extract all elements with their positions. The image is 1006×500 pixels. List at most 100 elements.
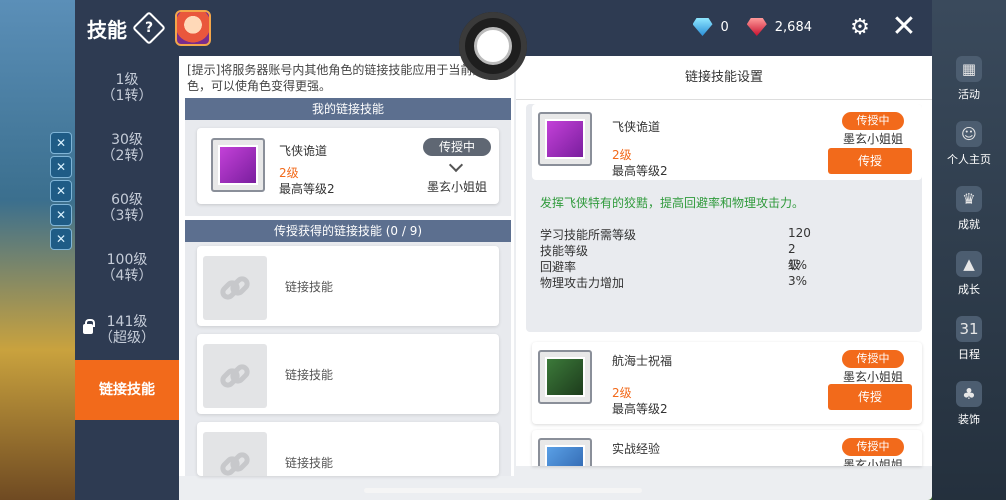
selected-skill-detail: 飞侠诡道 2级 最高等级2 传授中 墨玄小姐姐 传授 发挥飞侠特有的狡黠，提高回… — [526, 104, 922, 332]
tab-sublabel: （1转） — [101, 88, 153, 104]
stat-label: 技能等级 — [540, 244, 589, 258]
sidebar-item-decor[interactable]: ♣ 装饰 — [932, 375, 1006, 433]
sidebar-label: 成就 — [958, 218, 980, 231]
skill-level: 2级 — [612, 386, 632, 400]
schedule-icon: 31 — [956, 316, 982, 342]
my-link-skill-header: 我的链接技能 — [185, 98, 511, 120]
skill-owner: 墨玄小姐姐 — [842, 132, 903, 146]
skill-icon-combat — [538, 438, 592, 466]
tab-sublabel: （3转） — [101, 208, 153, 224]
tab-link-skills[interactable]: 链接技能 — [75, 360, 179, 420]
quest-toggle-icon[interactable]: ✕ — [50, 180, 72, 202]
stat-value: 1% — [788, 258, 808, 272]
calendar-icon: ▦ — [956, 56, 982, 82]
skill-name: 航海士祝福 — [612, 354, 673, 368]
tab-sublabel: （超级） — [99, 330, 155, 346]
skill-window: 技能 ? 0 2,684 ⚙ ✕ 1级 （1转） 30级 （2转） 60级 （3… — [75, 0, 932, 500]
skill-name: 飞侠诡道 — [279, 144, 328, 158]
help-diamond-icon[interactable]: ? — [132, 11, 166, 45]
stat-label: 物理攻击力增加 — [540, 276, 625, 290]
link-skill-settings-panel: 链接技能设置 飞侠诡道 2级 最高等级2 传授中 墨玄小姐姐 传授 发挥飞侠特有… — [516, 56, 932, 466]
sidebar-item-activity[interactable]: ▦ 活动 — [932, 50, 1006, 108]
quest-toggle-icon[interactable]: ✕ — [50, 156, 72, 178]
sidebar-label: 活动 — [958, 88, 980, 101]
skill-max-level: 最高等级2 — [612, 164, 668, 178]
my-link-skill-card[interactable]: 飞侠诡道 2级 最高等级2 传授中 墨玄小姐姐 — [197, 128, 499, 204]
skill-owner: 墨玄小姐姐 — [842, 370, 903, 384]
tab-level-60[interactable]: 60级 （3转） — [75, 178, 179, 238]
teach-button[interactable]: 传授 — [828, 384, 912, 410]
close-icon[interactable]: ✕ — [890, 12, 918, 42]
chain-link-icon — [203, 344, 267, 408]
teach-button[interactable]: 传授 — [828, 148, 912, 174]
chevron-down-icon[interactable] — [448, 157, 464, 173]
skill-name: 飞侠诡道 — [612, 120, 661, 134]
stat-value: 120 — [788, 226, 811, 240]
stat-value: 3% — [788, 274, 808, 288]
empty-link-slot[interactable]: 链接技能 — [197, 334, 499, 414]
sidebar-item-schedule[interactable]: 31 日程 — [932, 310, 1006, 368]
tab-level-30[interactable]: 30级 （2转） — [75, 118, 179, 178]
slot-label: 链接技能 — [285, 456, 334, 470]
trophy-icon: ♛ — [956, 186, 982, 212]
settings-icon[interactable]: ⚙ — [846, 15, 874, 41]
link-skill-card-navigator[interactable]: 航海士祝福 2级 最高等级2 传授中 墨玄小姐姐 传授 — [532, 342, 922, 424]
quest-toggle-icon[interactable]: ✕ — [50, 228, 72, 250]
profile-icon: ☺ — [956, 121, 982, 147]
slot-label: 链接技能 — [285, 368, 334, 382]
chain-link-icon — [203, 432, 267, 476]
status-badge: 传授中 — [423, 138, 491, 156]
tab-level-141[interactable]: 141级 （超级） — [75, 300, 179, 360]
tab-level-100[interactable]: 100级 （4转） — [75, 238, 179, 298]
skill-icon-navigator — [538, 350, 592, 404]
screen-record-button[interactable] — [459, 12, 527, 80]
skill-description: 发挥飞侠特有的狡黠，提高回避率和物理攻击力。 — [540, 196, 805, 210]
stat-row: 回避率 1% — [540, 258, 807, 275]
stat-row: 技能等级 2级 — [540, 242, 800, 272]
skill-icon-thief — [211, 138, 265, 192]
tab-label: 100级 — [106, 252, 148, 268]
stat-label: 回避率 — [540, 260, 577, 274]
link-skill-list-panel: [提示]将服务器账号内其他角色的链接技能应用于当前角色，可以使角色变得更强。 我… — [179, 56, 514, 476]
sidebar-label: 个人主页 — [947, 153, 991, 166]
tab-sublabel: （2转） — [101, 148, 153, 164]
level-tab-list: 1级 （1转） 30级 （2转） 60级 （3转） 100级 （4转） 141级… — [75, 56, 179, 500]
sidebar-item-growth[interactable]: ▲ 成长 — [932, 245, 1006, 303]
sidebar-item-profile[interactable]: ☺ 个人主页 — [932, 115, 1006, 173]
sidebar-item-achievement[interactable]: ♛ 成就 — [932, 180, 1006, 238]
skill-max-level: 最高等级2 — [279, 182, 335, 196]
decor-icon: ♣ — [956, 381, 982, 407]
right-sidebar: ▦ 活动 ☺ 个人主页 ♛ 成就 ▲ 成长 31 日程 ♣ 装饰 — [932, 0, 1006, 500]
tab-label: 链接技能 — [99, 382, 155, 398]
tab-label: 60级 — [111, 192, 143, 208]
ruby-icon — [746, 18, 767, 36]
stat-label: 学习技能所需等级 — [540, 228, 637, 242]
quest-toggle-icon[interactable]: ✕ — [50, 204, 72, 226]
currency-display: 0 2,684 — [692, 18, 812, 36]
stat-row: 学习技能所需等级 120 — [540, 226, 811, 243]
link-skill-card-combat[interactable]: 实战经验 传授中 墨玄小姐姐 — [532, 430, 922, 466]
diamond-icon — [692, 18, 713, 36]
tab-sublabel: （4转） — [101, 268, 153, 284]
character-avatar[interactable] — [175, 10, 211, 46]
status-badge: 传授中 — [842, 112, 904, 130]
stat-row: 物理攻击力增加 3% — [540, 274, 807, 291]
skill-owner: 墨玄小姐姐 — [842, 458, 903, 466]
growth-icon: ▲ — [956, 251, 982, 277]
tab-level-1[interactable]: 1级 （1转） — [75, 58, 179, 118]
empty-link-slot[interactable]: 链接技能 — [197, 246, 499, 326]
game-world-left — [0, 0, 75, 500]
received-link-skill-header: 传授获得的链接技能 (0 / 9) — [185, 220, 511, 242]
sidebar-label: 装饰 — [958, 413, 980, 426]
skill-owner: 墨玄小姐姐 — [426, 180, 487, 194]
empty-link-slot[interactable]: 链接技能 — [197, 422, 499, 476]
home-indicator[interactable] — [364, 488, 642, 493]
skill-max-level: 最高等级2 — [612, 402, 668, 416]
slot-label: 链接技能 — [285, 280, 334, 294]
skill-level: 2级 — [612, 148, 632, 162]
skill-icon-thief — [538, 112, 592, 166]
sidebar-label: 日程 — [958, 348, 980, 361]
quest-toggle-icon[interactable]: ✕ — [50, 132, 72, 154]
status-badge: 传授中 — [842, 438, 904, 456]
tab-label: 1级 — [115, 72, 139, 88]
